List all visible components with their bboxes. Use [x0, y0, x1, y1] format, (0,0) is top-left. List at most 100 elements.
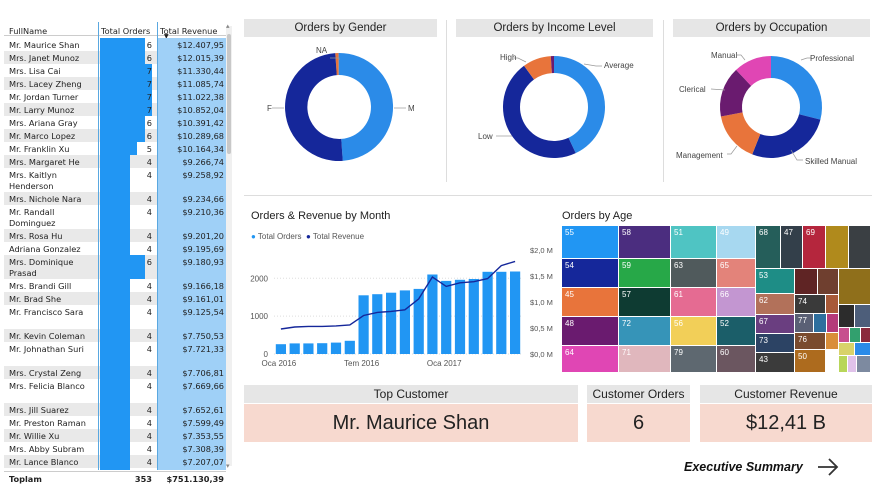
age-tile[interactable]: 60	[717, 346, 755, 372]
executive-summary-link[interactable]: Executive Summary	[684, 460, 803, 474]
orders-bar[interactable]	[275, 344, 286, 354]
table-row[interactable]: Mr. Maurice Shan 6 $12.407,95	[4, 38, 226, 51]
age-tile-small[interactable]	[818, 269, 838, 294]
table-row[interactable]: Mrs. Margaret He 4 $9.266,74	[4, 155, 226, 168]
age-tile-small[interactable]	[855, 343, 870, 355]
occupation-slice-skilled-manual[interactable]	[752, 114, 821, 159]
age-tile[interactable]: 77	[795, 314, 813, 332]
table-row[interactable]: Mr. Jordan Turner 7 $11.022,38	[4, 90, 226, 103]
orders-bar[interactable]	[372, 294, 383, 354]
orders-bar[interactable]	[482, 271, 493, 354]
age-tile[interactable]: 64	[562, 346, 618, 372]
orders-bar[interactable]	[427, 274, 438, 355]
age-treemap[interactable]: 55 58 51 49 68 47 69 54 59 63 65 45 57 61 66 48 72 56 52 64…	[562, 226, 870, 372]
customer-table[interactable]: FullName Total Orders Total Revenue ▼ Mr…	[4, 22, 234, 484]
table-row[interactable]: Mrs. Ariana Gray 6 $10.391,42	[4, 116, 226, 129]
table-row[interactable]: Mrs. Abby Subram 4 $7.308,39	[4, 442, 226, 455]
age-tile[interactable]: 61	[671, 288, 716, 316]
gender-slice-f[interactable]	[285, 53, 343, 162]
orders-bar[interactable]	[399, 290, 410, 354]
age-tile-small[interactable]	[839, 305, 854, 327]
age-tile[interactable]: 63	[671, 259, 716, 287]
age-tile-small[interactable]	[839, 343, 854, 355]
orders-bar[interactable]	[317, 343, 328, 354]
orders-bar[interactable]	[496, 271, 507, 354]
occupation-donut[interactable]	[719, 56, 823, 159]
age-tile[interactable]: 76	[795, 333, 825, 349]
age-tile[interactable]: 79	[671, 346, 716, 372]
age-tile[interactable]: 51	[671, 226, 716, 258]
orders-bar[interactable]	[386, 292, 397, 354]
age-tile-small[interactable]	[795, 269, 817, 294]
age-tile[interactable]: 56	[671, 317, 716, 345]
header-fullname[interactable]: FullName	[9, 26, 47, 36]
age-tile[interactable]: 66	[717, 288, 755, 316]
age-tile[interactable]: 52	[717, 317, 755, 345]
table-row[interactable]: Mrs. Crystal Zeng 4 $7.706,81	[4, 366, 226, 379]
arrow-right-icon[interactable]	[816, 457, 840, 477]
occupation-slice-professional[interactable]	[771, 56, 823, 120]
age-tile-small[interactable]	[839, 356, 847, 372]
orders-bar[interactable]	[330, 342, 342, 354]
age-tile[interactable]: 53	[756, 269, 794, 293]
age-tile-small[interactable]	[826, 295, 838, 313]
age-tile[interactable]: 50	[795, 350, 825, 372]
age-tile[interactable]: 58	[619, 226, 670, 258]
table-row[interactable]: Mr. Randall Dominguez 4 $9.210,36	[4, 205, 226, 229]
age-tile-small[interactable]	[839, 328, 849, 342]
orders-bar[interactable]	[468, 279, 479, 354]
age-tile[interactable]: 73	[756, 334, 794, 352]
scrollbar-thumb[interactable]	[227, 34, 231, 154]
orders-bar[interactable]	[510, 271, 521, 355]
table-row[interactable]: Mrs. Nichole Nara 4 $9.234,66	[4, 192, 226, 205]
age-tile[interactable]: 65	[717, 259, 755, 287]
income-slice-average[interactable]	[554, 56, 606, 154]
income-slice-low[interactable]	[502, 65, 576, 159]
age-tile[interactable]: 57	[619, 288, 670, 316]
table-row[interactable]: Mr. Brad She 4 $9.161,01	[4, 292, 226, 305]
table-scrollbar[interactable]	[226, 26, 232, 466]
table-row[interactable]: Mrs. Jill Suarez 4 $7.652,61	[4, 403, 226, 416]
age-tile[interactable]: 72	[619, 317, 670, 345]
age-tile[interactable]: 55	[562, 226, 618, 258]
table-row[interactable]: Mrs. Dominique Prasad 6 $9.180,93	[4, 255, 226, 279]
orders-bar[interactable]	[303, 343, 314, 354]
age-tile-small[interactable]	[814, 314, 826, 332]
income-donut-chart[interactable]	[456, 38, 656, 183]
age-tile[interactable]: 49	[717, 226, 755, 258]
age-tile[interactable]: 69	[803, 226, 825, 268]
table-row[interactable]: Adriana Gonzalez 4 $9.195,69	[4, 242, 226, 255]
age-tile-small[interactable]	[826, 226, 848, 268]
table-row[interactable]: Mr. Franklin Xu 5 $10.164,34	[4, 142, 226, 155]
age-tile[interactable]: 54	[562, 259, 618, 287]
age-tile-small[interactable]	[855, 305, 870, 327]
age-tile[interactable]: 48	[562, 317, 618, 345]
table-row[interactable]: Mrs. Lacey Zheng 7 $11.085,74	[4, 77, 226, 90]
table-row[interactable]: Mr. Preston Raman 4 $7.599,49	[4, 416, 226, 429]
age-tile[interactable]: 47	[781, 226, 802, 268]
scroll-down-icon[interactable]: ▾	[226, 462, 230, 470]
orders-bar[interactable]	[454, 279, 466, 354]
table-row[interactable]: Mrs. Janet Munoz 6 $12.015,39	[4, 51, 226, 64]
age-tile-small[interactable]	[848, 356, 856, 372]
age-tile[interactable]: 68	[756, 226, 780, 268]
table-row[interactable]: Mrs. Felicia Blanco 4 $7.669,66	[4, 379, 226, 403]
age-tile[interactable]: 74	[795, 295, 825, 313]
orders-bar[interactable]	[441, 280, 452, 354]
table-row[interactable]: Mrs. Rosa Hu 4 $9.201,20	[4, 229, 226, 242]
age-tile-small[interactable]	[839, 269, 870, 304]
age-tile[interactable]: 45	[562, 288, 618, 316]
table-row[interactable]: Mr. Larry Munoz 7 $10.852,04	[4, 103, 226, 116]
table-row[interactable]: Mr. Lance Blanco 4 $7.207,07	[4, 455, 226, 468]
scroll-up-icon[interactable]: ▴	[226, 22, 230, 30]
age-tile-small[interactable]	[861, 328, 870, 342]
table-row[interactable]: Mr. Marco Lopez 6 $10.289,68	[4, 129, 226, 142]
age-tile-small[interactable]	[827, 314, 838, 332]
age-tile[interactable]: 59	[619, 259, 670, 287]
age-tile-small[interactable]	[857, 356, 870, 372]
age-tile[interactable]: 43	[756, 353, 794, 372]
age-tile-small[interactable]	[849, 226, 870, 268]
age-tile-small[interactable]	[826, 333, 838, 349]
income-donut[interactable]	[502, 56, 606, 159]
age-tile[interactable]: 67	[756, 315, 794, 333]
